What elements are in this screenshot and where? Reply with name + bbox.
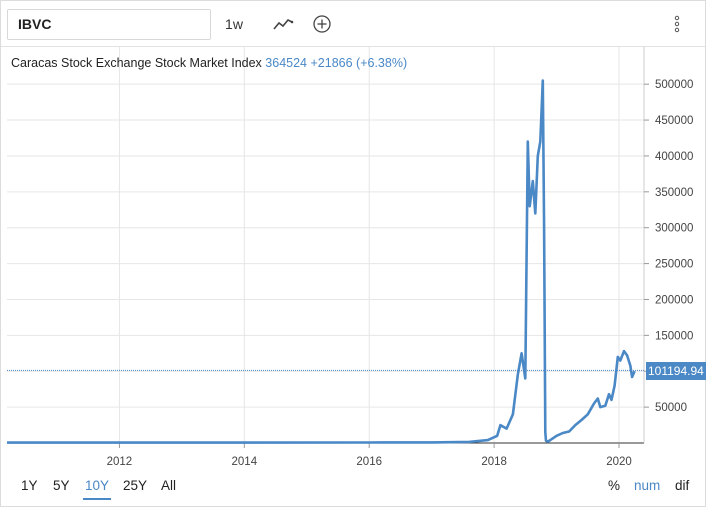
y-tick-label: 150000 (655, 330, 693, 342)
scale-num-button[interactable]: num (634, 478, 660, 493)
current-price-tag: 101194.94 (646, 362, 706, 380)
y-tick-label: 350000 (655, 187, 693, 199)
price-chart[interactable]: 5000010000015000020000025000030000035000… (1, 47, 705, 471)
x-tick-label: 2016 (356, 456, 382, 468)
range-5y-button[interactable]: 5Y (53, 478, 70, 493)
y-tick-label: 200000 (655, 294, 693, 306)
symbol-search-input[interactable]: IBVC (7, 9, 211, 40)
price-change: +21866 (310, 56, 353, 70)
last-price: 364524 (265, 56, 308, 70)
x-tick-label: 2018 (481, 456, 507, 468)
index-name: Caracas Stock Exchange Stock Market Inde… (11, 56, 262, 70)
scale-dif-button[interactable]: dif (675, 478, 689, 493)
price-series-line (7, 79, 636, 444)
chart-toolbar: IBVC 1w (1, 1, 705, 47)
x-tick-label: 2014 (232, 456, 258, 468)
indicators-button[interactable] (267, 11, 301, 37)
y-tick-label: 400000 (655, 151, 693, 163)
x-tick-label: 2012 (107, 456, 133, 468)
y-tick-label: 450000 (655, 115, 693, 127)
vertical-dots-icon (674, 15, 680, 33)
y-tick-label: 50000 (655, 402, 687, 414)
scale-percent-button[interactable]: % (608, 478, 620, 493)
line-chart-icon (273, 19, 294, 30)
y-tick-label: 250000 (655, 259, 693, 271)
range-selector: 1Y 5Y 10Y 25Y All % num dif (1, 471, 705, 501)
compare-add-button[interactable] (307, 11, 337, 37)
x-tick-label: 2020 (606, 456, 632, 468)
price-change-pct: (+6.38%) (356, 56, 408, 70)
y-tick-label: 500000 (655, 79, 693, 91)
more-options-button[interactable] (663, 11, 691, 37)
range-10y-button[interactable]: 10Y (82, 478, 112, 500)
y-tick-label: 300000 (655, 223, 693, 235)
range-all-button[interactable]: All (161, 478, 176, 493)
chart-widget: IBVC 1w 50000100000150000200000250000300… (0, 0, 706, 507)
range-25y-button[interactable]: 25Y (123, 478, 147, 493)
interval-button[interactable]: 1w (217, 11, 251, 37)
plus-circle-icon (313, 15, 331, 33)
range-1y-button[interactable]: 1Y (21, 478, 38, 493)
chart-legend: Caracas Stock Exchange Stock Market Inde… (11, 56, 407, 70)
